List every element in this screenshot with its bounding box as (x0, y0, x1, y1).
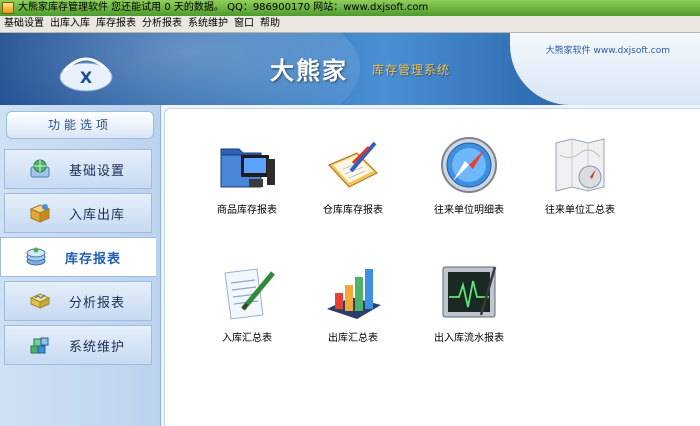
sidebar-item-label: 库存报表 (65, 251, 122, 267)
sidebar-item-basic-settings[interactable]: 基础设置 (4, 149, 152, 189)
tile-warehouse-inventory-report[interactable]: 仓库库存报表 (298, 135, 408, 216)
sidebar-item-analysis-reports[interactable]: 分析报表 (4, 281, 152, 321)
stack-icon (26, 247, 46, 266)
app-icon (2, 2, 14, 14)
menu-system-maintenance[interactable]: 系统维护 (185, 17, 231, 31)
tile-stock-flow-report[interactable]: 出入库流水报表 (414, 263, 524, 344)
logo-icon: X (59, 57, 113, 92)
clipboard-pencil-icon (328, 141, 378, 188)
main-content: 商品库存报表 仓库库存报表 往来单位明细表 往来单位汇总表 入库汇总表 出库汇总… (161, 105, 700, 426)
tile-label: 往来单位汇总表 (545, 205, 615, 216)
globe-icon (30, 159, 50, 178)
sidebar: 功能选项 基础设置 入库出库 库存报表 分析报表 系统维护 (0, 105, 161, 426)
tile-label: 出入库流水报表 (434, 333, 504, 344)
folder-computer-icon (220, 148, 275, 188)
tile-label: 商品库存报表 (217, 205, 277, 216)
monitor-pulse-icon (442, 266, 497, 318)
menu-window[interactable]: 窗口 (231, 17, 257, 31)
window-title: 大熊家库存管理软件 您还能试用 0 天的数据。 QQ：986900170 网站：… (18, 2, 429, 13)
document-pen-icon (224, 268, 275, 320)
tile-label: 仓库库存报表 (323, 205, 383, 216)
header-banner: X 大熊家 库存管理系统 大熊家软件 www.dxjsoft.com (0, 33, 700, 105)
title-bar: 大熊家库存管理软件 您还能试用 0 天的数据。 QQ：986900170 网站：… (0, 0, 700, 17)
chart-icon (29, 293, 51, 309)
tile-label: 往来单位明细表 (434, 205, 504, 216)
sidebar-item-label: 入库出库 (69, 207, 126, 223)
blocks-icon (30, 337, 49, 354)
compass-icon (441, 137, 497, 193)
sidebar-item-label: 分析报表 (69, 295, 126, 311)
map-compass-icon (555, 138, 605, 192)
tile-partner-detail-report[interactable]: 往来单位明细表 (414, 135, 524, 216)
bar-chart-icon (327, 269, 381, 319)
brand-subtitle: 库存管理系统 (372, 63, 451, 77)
tile-label: 入库汇总表 (222, 333, 272, 344)
menu-bar: 基础设置 出库入库 库存报表 分析报表 系统维护 窗口 帮助 (0, 16, 700, 33)
menu-analysis-reports[interactable]: 分析报表 (139, 17, 185, 31)
menu-basic-settings[interactable]: 基础设置 (0, 17, 47, 31)
tile-stock-in-summary[interactable]: 入库汇总表 (192, 263, 302, 344)
sidebar-item-system-maintenance[interactable]: 系统维护 (4, 325, 152, 365)
company-link: 大熊家软件 www.dxjsoft.com (545, 46, 670, 56)
logo-letter: X (80, 68, 93, 87)
tile-product-inventory-report[interactable]: 商品库存报表 (192, 135, 302, 216)
sidebar-item-inventory-reports[interactable]: 库存报表 (0, 237, 156, 277)
menu-inventory-reports[interactable]: 库存报表 (93, 17, 139, 31)
sidebar-item-stock-in-out[interactable]: 入库出库 (4, 193, 152, 233)
menu-stock-in-out[interactable]: 出库入库 (47, 17, 93, 31)
menu-help[interactable]: 帮助 (257, 17, 283, 31)
tile-partner-summary-report[interactable]: 往来单位汇总表 (525, 135, 635, 216)
report-panel: 商品库存报表 仓库库存报表 往来单位明细表 往来单位汇总表 入库汇总表 出库汇总… (164, 108, 700, 426)
sidebar-item-label: 基础设置 (69, 163, 126, 179)
box-icon (29, 204, 51, 223)
sidebar-item-label: 系统维护 (69, 339, 126, 355)
tile-stock-out-summary[interactable]: 出库汇总表 (298, 263, 408, 344)
sidebar-header: 功能选项 (6, 111, 154, 139)
brand-title: 大熊家 (270, 57, 348, 85)
tile-label: 出库汇总表 (328, 333, 378, 344)
